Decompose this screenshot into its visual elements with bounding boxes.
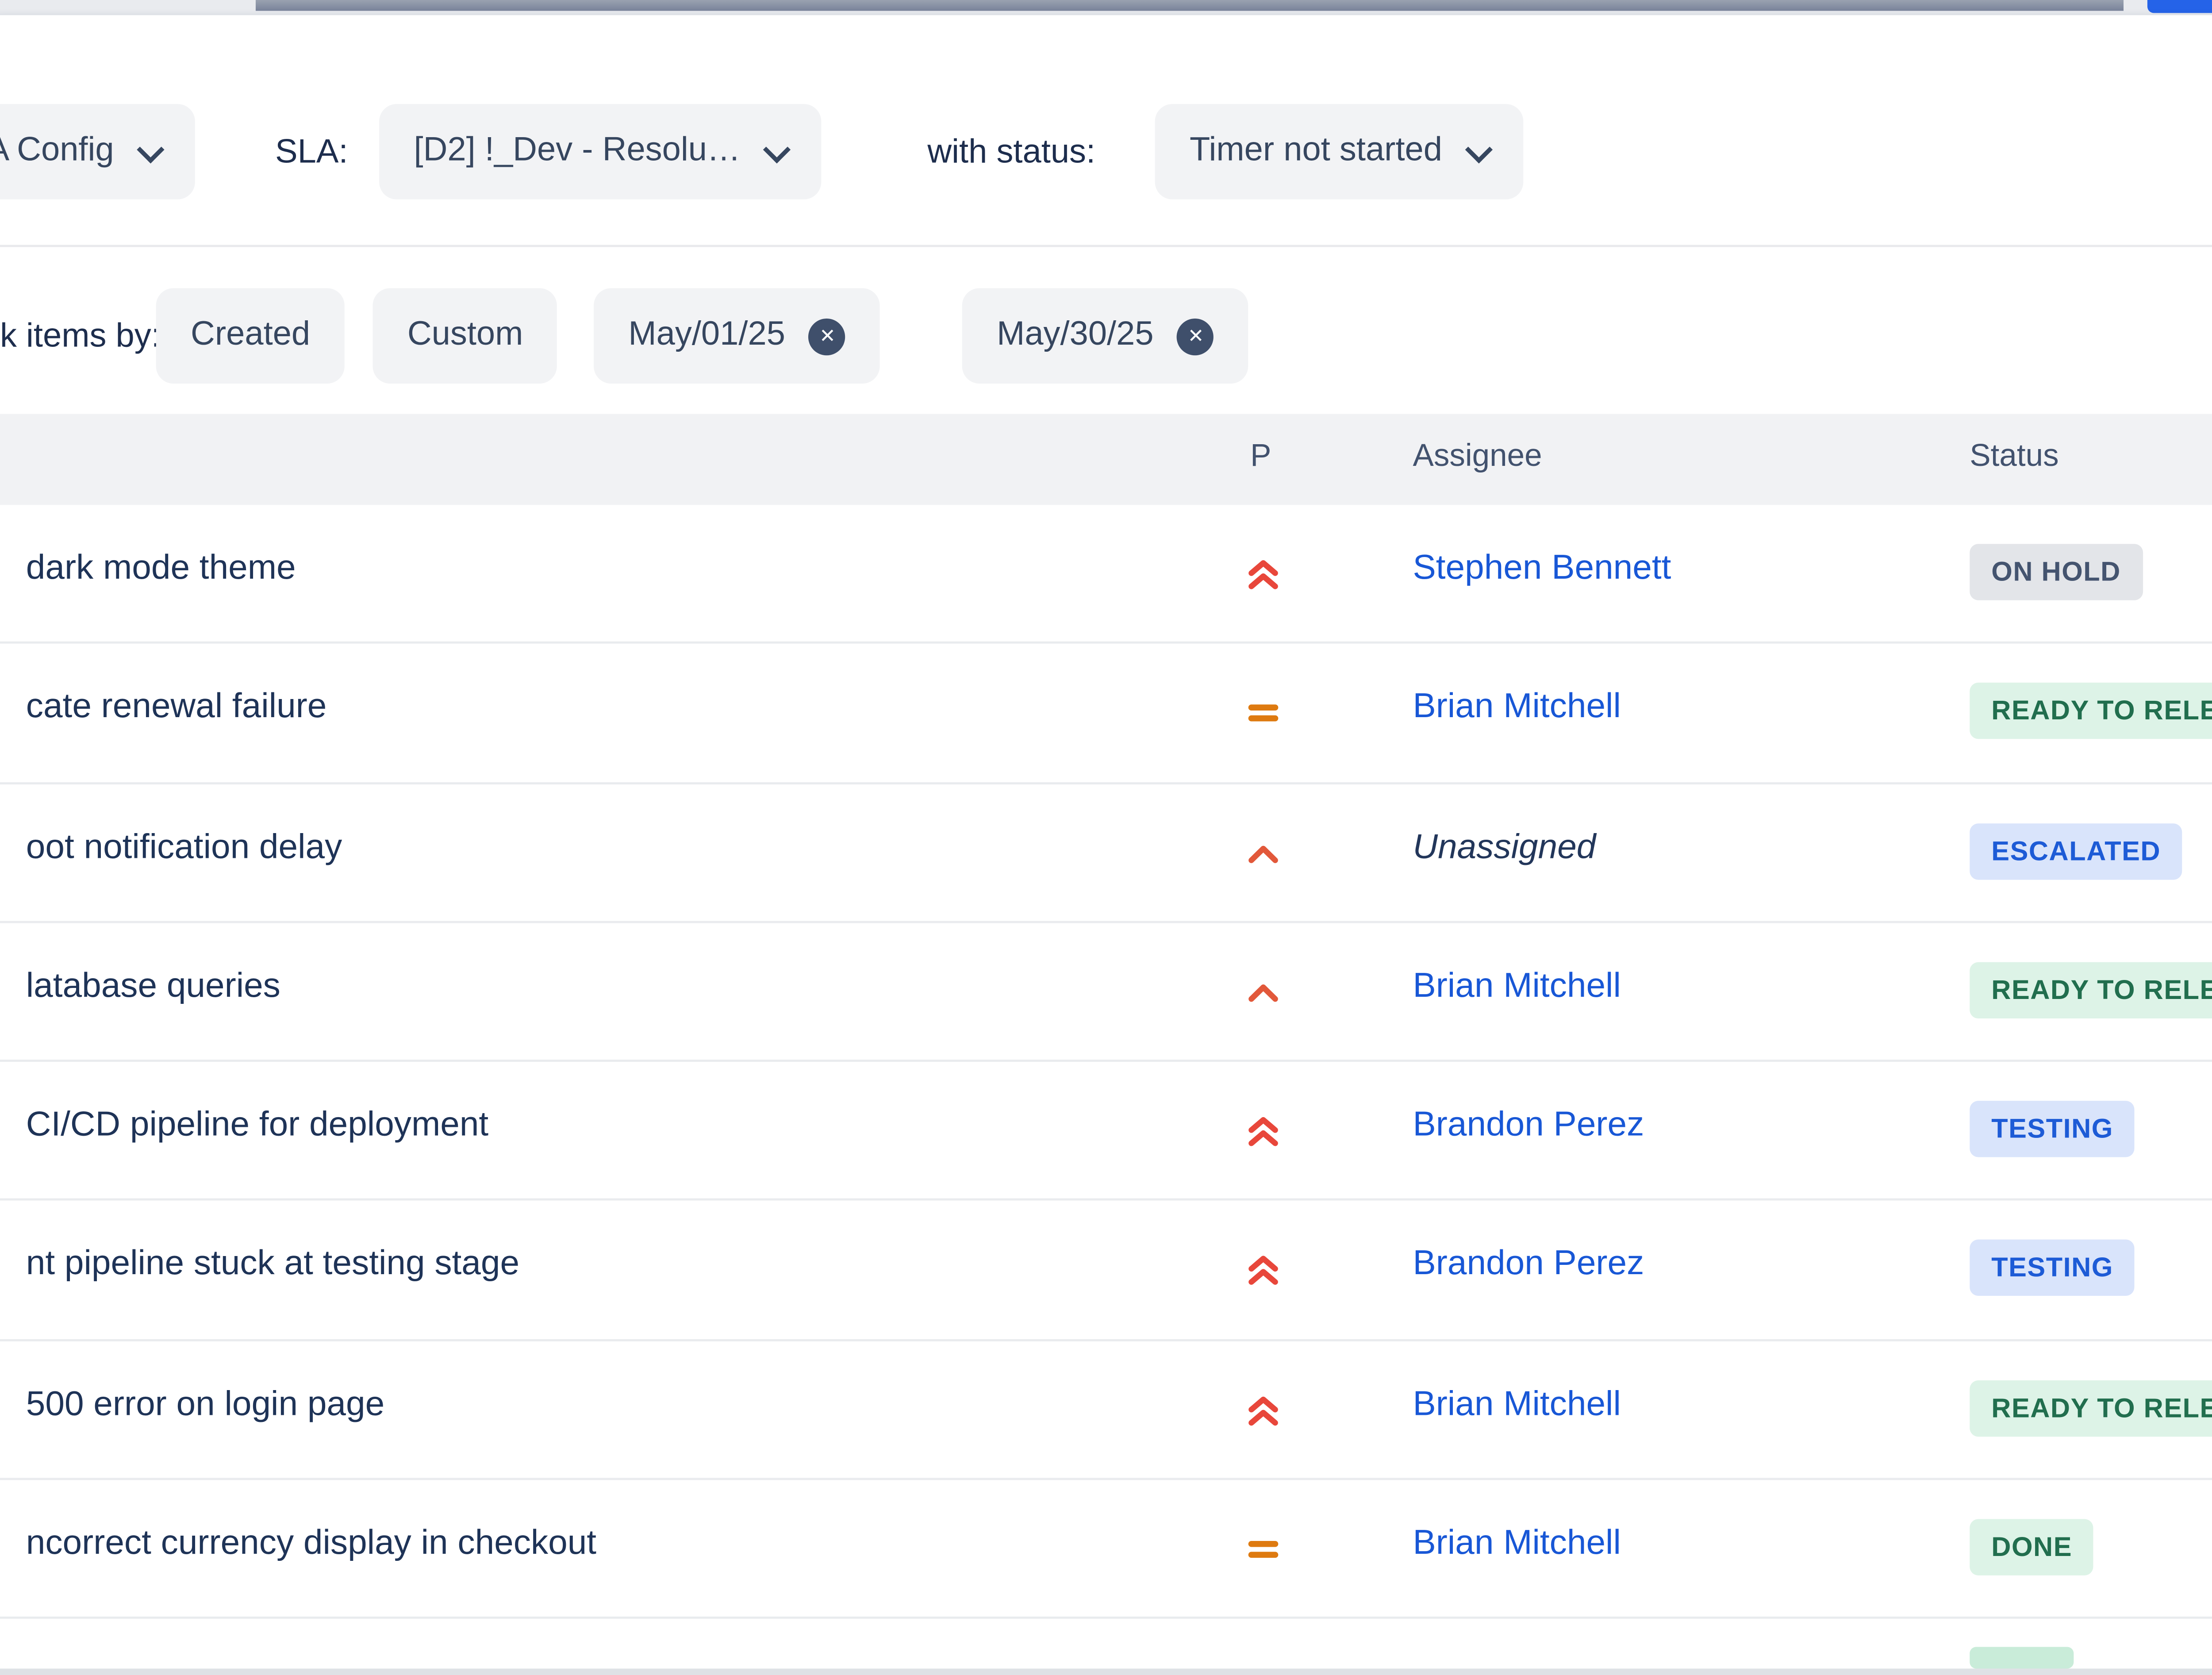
- assignee-link[interactable]: Brian Mitchell: [1413, 1387, 1621, 1425]
- header-priority: P: [1250, 440, 1271, 474]
- sla-config-dropdown[interactable]: A Config: [0, 104, 194, 200]
- card-bottom-edge: [0, 1667, 2212, 1674]
- status-badge: [1970, 1647, 2074, 1668]
- work-item-summary: 500 error on login page: [26, 1387, 384, 1425]
- assignee-link[interactable]: Brian Mitchell: [1413, 1526, 1621, 1565]
- chevron-down-icon: [136, 135, 163, 162]
- status-badge: TESTING: [1970, 1101, 2135, 1157]
- priority-medium-icon: [1244, 1530, 1283, 1569]
- filter-chip-date-to[interactable]: May/30/25 ✕: [962, 288, 1249, 384]
- with-status-label: with status:: [927, 134, 1095, 173]
- status-badge: ON HOLD: [1970, 544, 2143, 600]
- screen: A Config SLA: [D2] !_Dev - Resolu… with …: [0, 0, 2212, 1674]
- status-filter-dropdown[interactable]: Timer not started: [1155, 104, 1523, 200]
- work-item-summary: ncorrect currency display in checkout: [26, 1526, 596, 1565]
- status-badge: ESCALATED: [1970, 822, 2182, 879]
- assignee-link[interactable]: Brian Mitchell: [1413, 690, 1621, 729]
- work-item-summary: CI/CD pipeline for deployment: [26, 1108, 488, 1147]
- table-row[interactable]: cate renewal failure Brian Mitchell READ…: [0, 644, 2212, 784]
- table-row[interactable]: ncorrect currency display in checkout Br…: [0, 1480, 2212, 1620]
- table-header: P Assignee Status: [0, 414, 2212, 505]
- sla-label: SLA:: [275, 134, 348, 173]
- status-badge: READY TO RELEASE: [1970, 683, 2212, 739]
- priority-highest-icon: [1244, 1252, 1283, 1291]
- status-badge: TESTING: [1970, 1241, 2135, 1297]
- priority-high-icon: [1244, 973, 1283, 1012]
- close-icon[interactable]: ✕: [1178, 318, 1214, 354]
- work-item-summary: nt pipeline stuck at testing stage: [26, 1247, 519, 1286]
- priority-medium-icon: [1244, 694, 1283, 733]
- priority-high-icon: [1244, 834, 1283, 872]
- work-item-summary: latabase queries: [26, 968, 280, 1007]
- work-item-summary: cate renewal failure: [26, 690, 327, 729]
- window-edge-bar: [256, 0, 2124, 11]
- table-row[interactable]: CI/CD pipeline for deployment Brandon Pe…: [0, 1062, 2212, 1202]
- status-badge: READY TO RELEASE: [1970, 1380, 2212, 1436]
- status-badge: DONE: [1970, 1519, 2094, 1575]
- assignee-link[interactable]: Brandon Perez: [1413, 1108, 1644, 1147]
- filter-chip-date-from[interactable]: May/01/25 ✕: [594, 288, 880, 384]
- priority-highest-icon: [1244, 1391, 1283, 1429]
- status-filter-value: Timer not started: [1190, 132, 1442, 171]
- toolbar-divider: [0, 245, 2212, 247]
- priority-highest-icon: [1244, 1112, 1283, 1151]
- filter-chip-custom[interactable]: Custom: [373, 288, 557, 384]
- table-row[interactable]: dark mode theme Stephen Bennett ON HOLD: [0, 505, 2212, 644]
- assignee-link[interactable]: Brian Mitchell: [1413, 968, 1621, 1007]
- chevron-down-icon: [1464, 135, 1492, 162]
- sla-select-value: [D2] !_Dev - Resolu…: [414, 132, 741, 171]
- items-by-label: k items by:: [0, 319, 161, 357]
- work-item-summary: dark mode theme: [26, 550, 296, 589]
- table-row[interactable]: latabase queries Brian Mitchell READY TO…: [0, 923, 2212, 1062]
- assignee-link[interactable]: Brandon Perez: [1413, 1247, 1644, 1286]
- work-item-summary: oot notification delay: [26, 829, 342, 868]
- priority-highest-icon: [1244, 555, 1283, 594]
- sla-select-dropdown[interactable]: [D2] !_Dev - Resolu…: [379, 104, 821, 200]
- table-body: dark mode theme Stephen Bennett ON HOLD …: [0, 505, 2212, 1660]
- header-assignee: Assignee: [1413, 440, 1542, 474]
- table-row[interactable]: 500 error on login page Brian Mitchell R…: [0, 1341, 2212, 1480]
- header-status: Status: [1970, 440, 2058, 474]
- table-row[interactable]: oot notification delay Unassigned ESCALA…: [0, 784, 2212, 923]
- table-row[interactable]: nt pipeline stuck at testing stage Brand…: [0, 1202, 2212, 1341]
- status-badge: READY TO RELEASE: [1970, 962, 2212, 1018]
- assignee-link: Unassigned: [1413, 829, 1596, 868]
- window-edge-blue-bar: [2147, 0, 2212, 13]
- assignee-link[interactable]: Stephen Bennett: [1413, 550, 1671, 589]
- chevron-down-icon: [763, 135, 790, 162]
- sla-config-label: A Config: [0, 132, 114, 171]
- close-icon[interactable]: ✕: [809, 318, 846, 354]
- filter-chip-created[interactable]: Created: [156, 288, 345, 384]
